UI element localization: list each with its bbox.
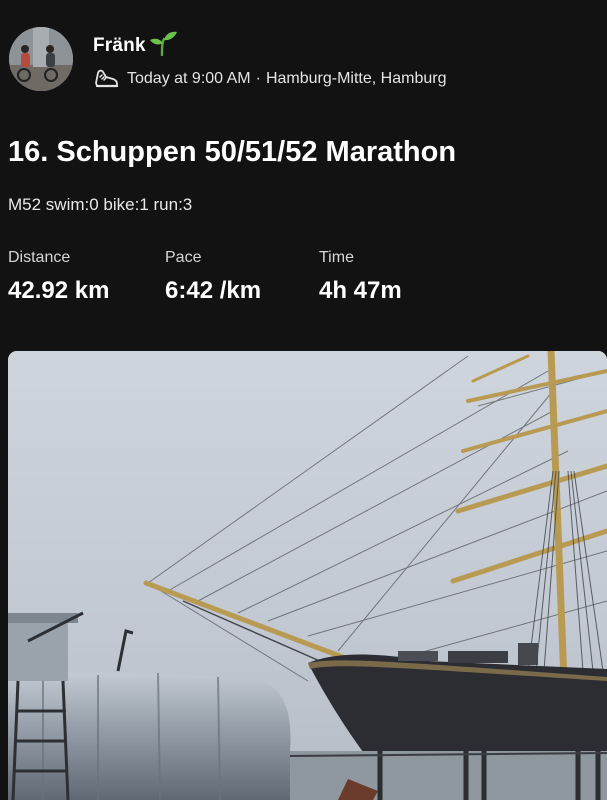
activity-location: Hamburg-Mitte, Hamburg — [265, 70, 447, 87]
activity-meta: Today at 9:00 AM · Hamburg-Mitte, Hambur… — [93, 67, 446, 91]
activity-photo[interactable] — [8, 351, 607, 800]
foggy-tall-ship-photo — [8, 351, 607, 800]
meta-separator: · — [255, 70, 261, 87]
stat-distance-label: Distance — [8, 249, 71, 266]
stat-pace: Pace 6:42 /km — [165, 249, 261, 305]
stat-time-value: 4h 47m — [319, 277, 402, 304]
stat-pace-value: 6:42 /km — [165, 277, 262, 304]
avatar[interactable] — [9, 27, 73, 91]
activity-title[interactable]: 16. Schuppen 50/51/52 Marathon — [8, 136, 456, 169]
sprout-icon — [148, 30, 178, 61]
stat-time-label: Time — [319, 249, 354, 266]
activity-header: Fränk Today at 9:00 AM · Hamburg-Mitte, … — [9, 27, 599, 95]
activity-timestamp: Today at 9:00 AM — [127, 70, 251, 87]
stat-pace-label: Pace — [165, 249, 202, 266]
stat-distance-value: 42.92 km — [8, 277, 110, 304]
stat-distance: Distance 42.92 km — [8, 249, 109, 305]
stat-time: Time 4h 47m — [319, 249, 402, 305]
avatar-photo — [9, 27, 73, 91]
activity-description: M52 swim:0 bike:1 run:3 — [8, 195, 193, 214]
running-shoe-icon — [95, 69, 119, 88]
athlete-name[interactable]: Fränk — [93, 35, 146, 57]
